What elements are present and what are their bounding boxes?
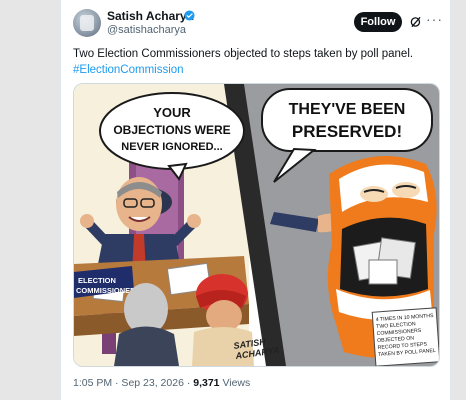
left-bubble-line-1: YOUR [153,105,191,120]
nameplate-line-1: ELECTION [78,276,116,285]
views-count: 9,371 [193,377,220,389]
author-name[interactable]: Satish Acharya [107,9,193,23]
tweet-meta: 1:05 PM · Sep 23, 2026 · 9,371 Views [73,377,250,389]
more-icon[interactable]: ··· [426,11,443,27]
tweet-text: Two Election Commissioners objected to s… [73,46,443,78]
left-bubble-line-2: OBJECTIONS WERE [113,123,230,137]
grok-icon[interactable] [409,15,423,29]
follow-button[interactable]: Follow [354,12,402,32]
cartoon-image[interactable]: YOUR OBJECTIONS WERE NEVER IGNORED... TH… [73,83,440,367]
author-handle[interactable]: @satishacharya [107,24,186,36]
hashtag-link[interactable]: #ElectionCommission [73,62,443,78]
note-card: 4 TIMES IN 10 MONTHS TWO ELECTION COMMIS… [371,307,439,366]
right-bubble-line-2: PRESERVED! [292,122,402,141]
tweet-body: Two Election Commissioners objected to s… [73,48,414,60]
cartoon-illustration: YOUR OBJECTIONS WERE NEVER IGNORED... TH… [74,84,439,366]
timestamp[interactable]: 1:05 PM · Sep 23, 2026 · [73,377,193,389]
verified-badge-icon [184,10,195,21]
nameplate-line-2: COMMISSIONER [76,286,136,295]
left-bubble-line-3: NEVER IGNORED... [121,141,222,153]
tweet-card: Satish Acharya @satishacharya Follow ···… [60,0,451,400]
avatar[interactable] [73,9,101,37]
right-bubble-line-1: THEY'VE BEEN [289,101,406,118]
views-label: Views [219,377,251,389]
